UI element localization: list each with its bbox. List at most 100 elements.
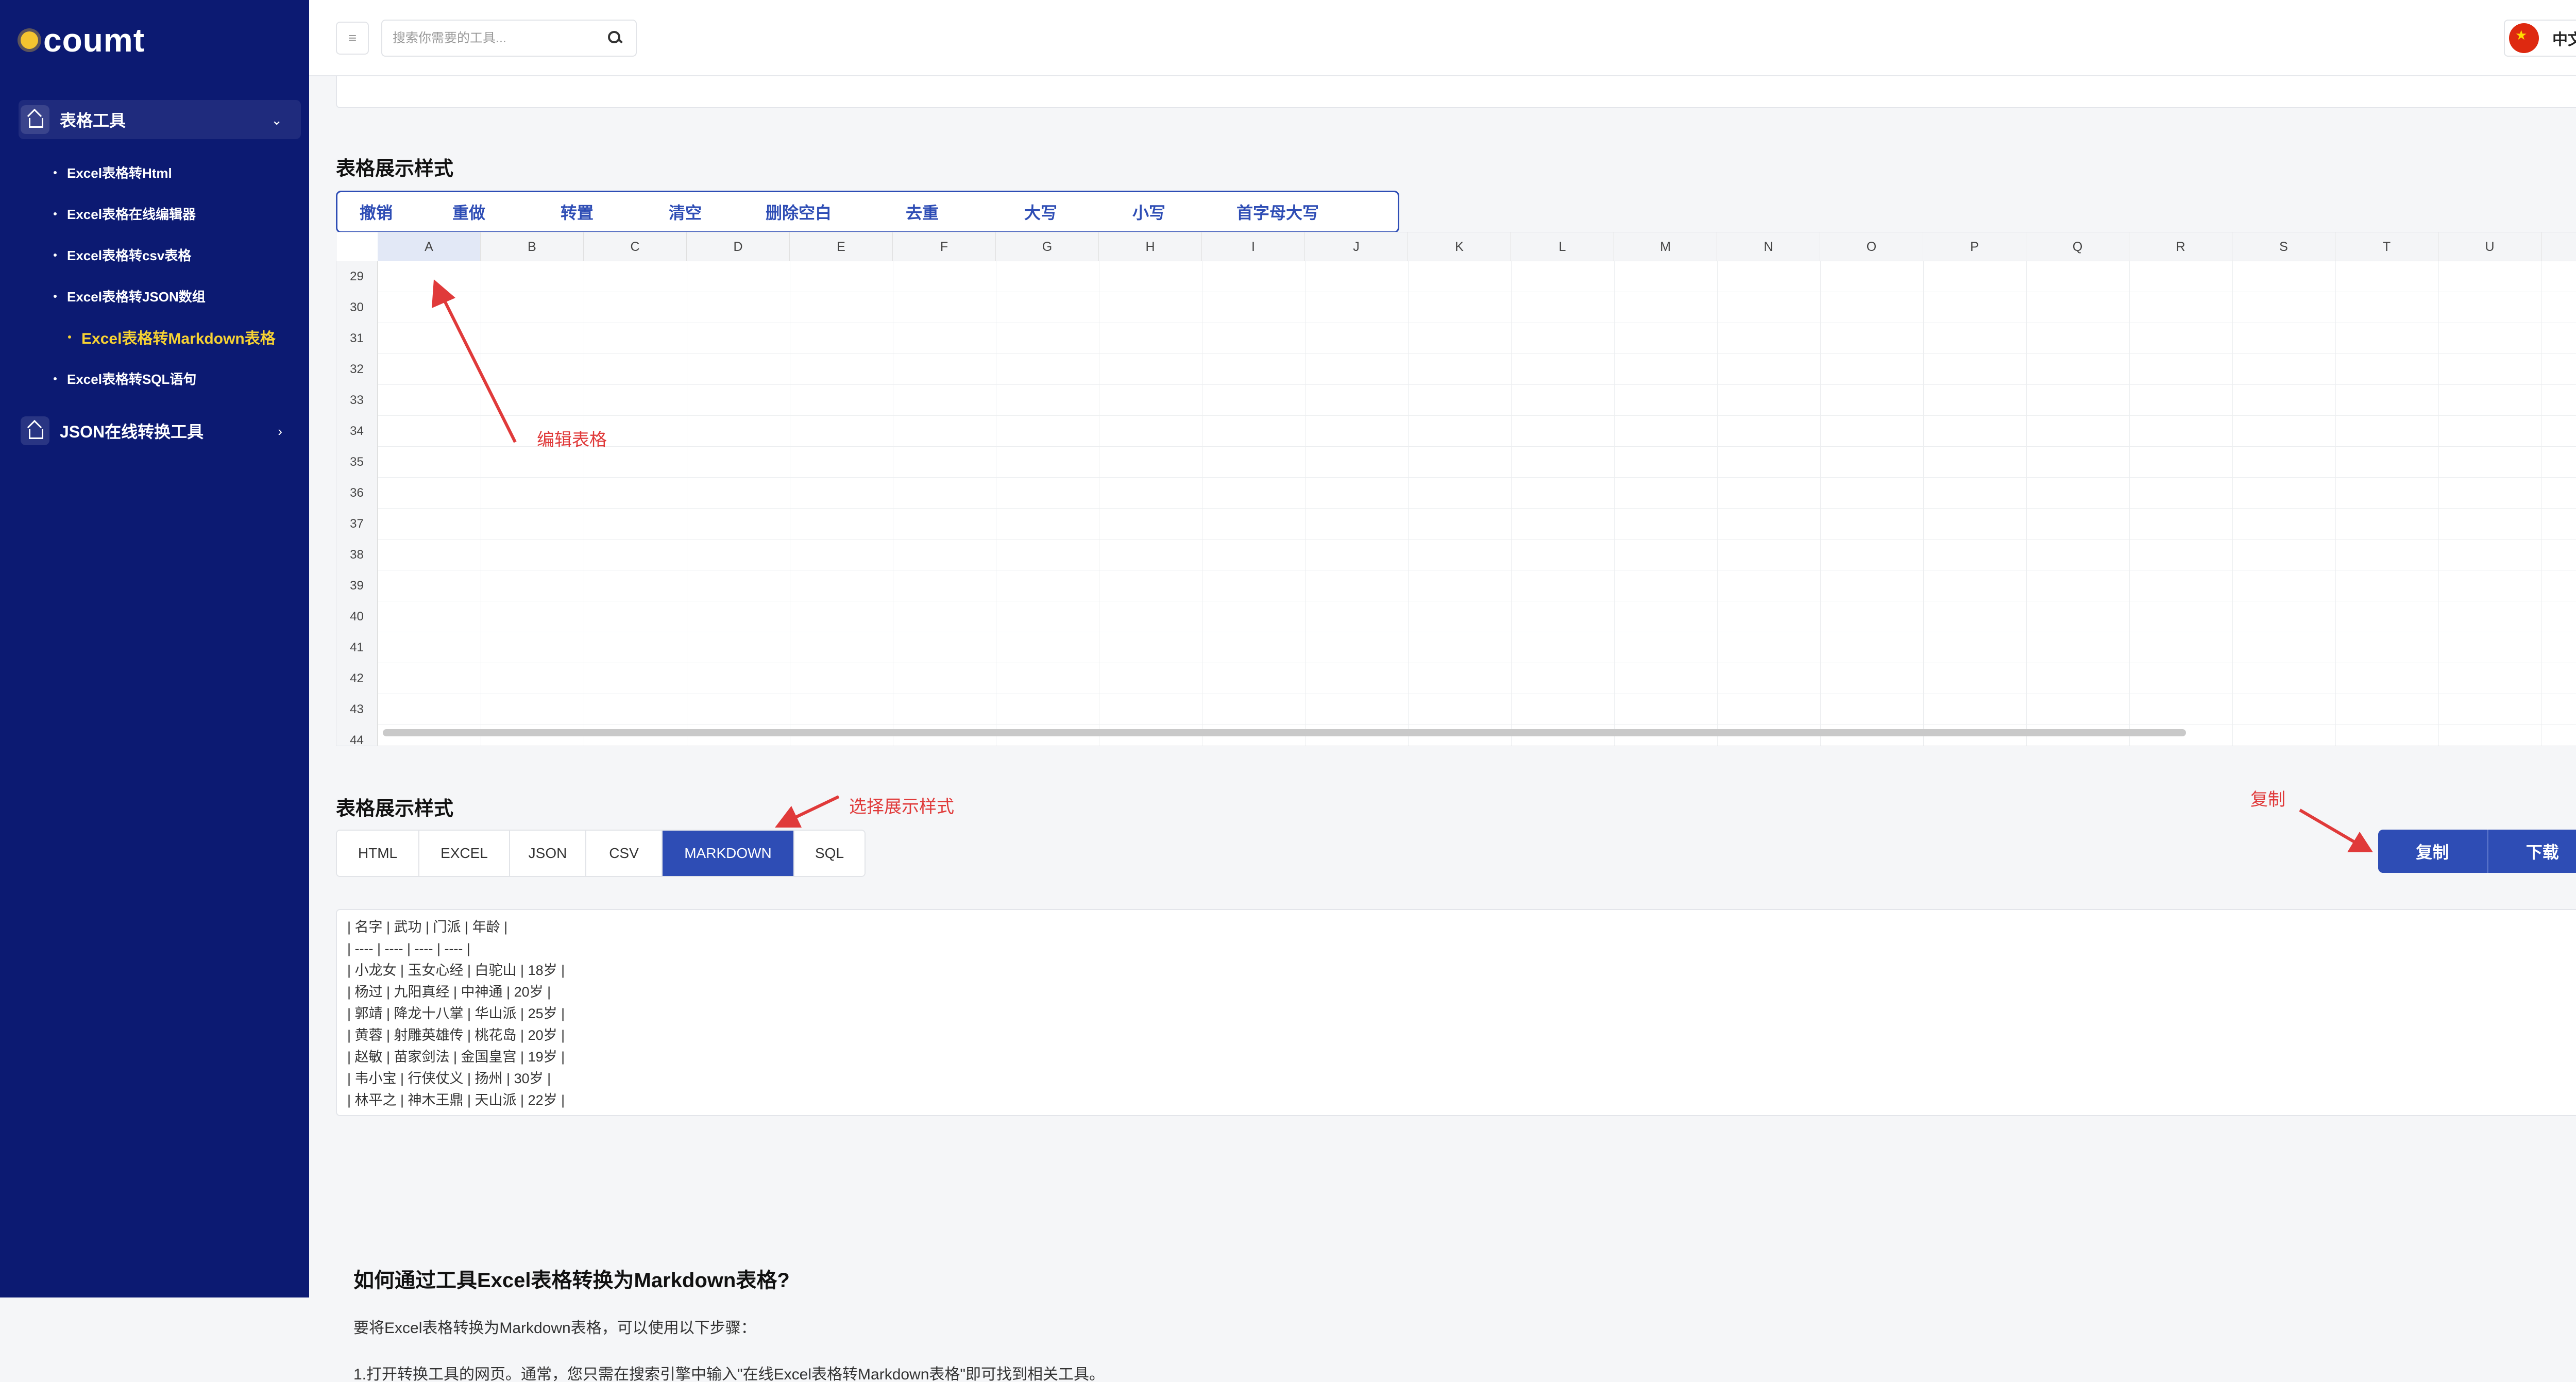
column-header[interactable]: K	[1408, 232, 1511, 261]
row-number[interactable]: 44	[336, 725, 378, 746]
column-header[interactable]: I	[1202, 232, 1305, 261]
sheet-row: 39	[336, 570, 2576, 601]
language-switcher[interactable]: 中文	[2504, 20, 2576, 57]
column-header[interactable]: N	[1717, 232, 1820, 261]
tab-markdown[interactable]: MARKDOWN	[663, 831, 794, 876]
toolbar-button[interactable]: 撤销	[337, 192, 415, 231]
column-header[interactable]: C	[584, 232, 687, 261]
toolbar-button[interactable]: 清空	[631, 192, 739, 231]
sidebar-item-excel-editor[interactable]: Excel表格在线编辑器	[54, 204, 196, 223]
tab-csv[interactable]: CSV	[586, 831, 663, 876]
row-cells[interactable]	[378, 632, 2576, 663]
row-number[interactable]: 34	[336, 416, 378, 447]
row-number[interactable]: 35	[336, 447, 378, 478]
column-header[interactable]: E	[790, 232, 893, 261]
output-line: | 郭靖 | 降龙十八掌 | 华山派 | 25岁 |	[347, 1003, 2576, 1024]
column-header[interactable]: T	[2335, 232, 2438, 261]
column-header[interactable]: O	[1820, 232, 1923, 261]
sheet-row: 31	[336, 323, 2576, 354]
row-cells[interactable]	[378, 663, 2576, 694]
row-cells[interactable]	[378, 416, 2576, 446]
sidebar-group-label: JSON在线转换工具	[60, 419, 204, 443]
row-number[interactable]: 39	[336, 570, 378, 601]
horizontal-scrollbar[interactable]	[383, 729, 2186, 736]
row-number[interactable]: 32	[336, 354, 378, 385]
row-cells[interactable]	[378, 261, 2576, 292]
download-button[interactable]: 下载	[2487, 830, 2576, 873]
sidebar-group-label: 表格工具	[60, 108, 126, 131]
row-number[interactable]: 38	[336, 540, 378, 570]
toolbar-button[interactable]: 删除空白	[739, 192, 858, 231]
sidebar-group-table-tools[interactable]: 表格工具 ⌄	[19, 100, 301, 139]
toolbar-button[interactable]: 大写	[987, 192, 1095, 231]
row-cells[interactable]	[378, 694, 2576, 724]
row-number[interactable]: 43	[336, 694, 378, 725]
column-header[interactable]: M	[1614, 232, 1717, 261]
logo-text: coumt	[43, 21, 145, 59]
sheet-row: 41	[336, 632, 2576, 663]
column-header[interactable]: G	[996, 232, 1099, 261]
row-number[interactable]: 40	[336, 601, 378, 632]
sidebar-item-excel-to-html[interactable]: Excel表格转Html	[54, 163, 172, 182]
row-cells[interactable]	[378, 385, 2576, 415]
tab-sql[interactable]: SQL	[794, 831, 865, 876]
row-number[interactable]: 36	[336, 478, 378, 509]
toolbar-button[interactable]: 首字母大写	[1203, 192, 1352, 231]
column-header[interactable]: P	[1923, 232, 2026, 261]
home-icon	[21, 416, 49, 445]
column-header[interactable]: Q	[2026, 232, 2129, 261]
search-input[interactable]	[393, 28, 588, 48]
column-header[interactable]: U	[2438, 232, 2541, 261]
column-header[interactable]: L	[1511, 232, 1614, 261]
row-cells[interactable]	[378, 447, 2576, 477]
column-header[interactable]: R	[2129, 232, 2232, 261]
sidebar-item-excel-to-json[interactable]: Excel表格转JSON数组	[54, 286, 206, 306]
row-number[interactable]: 30	[336, 292, 378, 323]
input-textarea[interactable]	[336, 76, 2576, 108]
article-title: 如何通过工具Excel表格转换为Markdown表格?	[353, 1263, 790, 1293]
column-header[interactable]: D	[687, 232, 790, 261]
column-header[interactable]: B	[481, 232, 584, 261]
column-header[interactable]: H	[1099, 232, 1202, 261]
output-line: | 林平之 | 神木王鼎 | 天山派 | 22岁 |	[347, 1089, 2576, 1111]
tab-excel[interactable]: EXCEL	[419, 831, 510, 876]
article-step-1: 1.打开转换工具的网页。通常，您只需在搜索引擎中输入"在线Excel表格转Mar…	[353, 1361, 1105, 1382]
logo[interactable]: coumt	[21, 20, 145, 61]
row-cells[interactable]	[378, 570, 2576, 601]
menu-toggle-button[interactable]: ≡	[336, 22, 369, 55]
search-icon[interactable]	[608, 31, 621, 44]
row-cells[interactable]	[378, 354, 2576, 384]
row-number[interactable]: 29	[336, 261, 378, 292]
column-header[interactable]: F	[893, 232, 996, 261]
sidebar-item-excel-to-csv[interactable]: Excel表格转csv表格	[54, 245, 191, 264]
toolbar-button[interactable]: 重做	[415, 192, 523, 231]
column-header[interactable]: S	[2232, 232, 2335, 261]
row-cells[interactable]	[378, 601, 2576, 632]
column-header[interactable]: J	[1305, 232, 1408, 261]
markdown-output[interactable]: | 名字 | 武功 | 门派 | 年龄 || ---- | ---- | ---…	[336, 909, 2576, 1116]
row-number[interactable]: 41	[336, 632, 378, 663]
sidebar-item-excel-to-markdown[interactable]: Excel表格转Markdown表格	[68, 326, 276, 348]
row-cells[interactable]	[378, 292, 2576, 323]
copy-button[interactable]: 复制	[2378, 830, 2487, 873]
sidebar-item-label: Excel表格转Markdown表格	[81, 326, 276, 348]
row-number[interactable]: 31	[336, 323, 378, 354]
spreadsheet-editor[interactable]: ABCDEFGHIJKLMNOPQRSTUV 29303132333435363…	[336, 232, 2576, 746]
column-header[interactable]: V	[2541, 232, 2576, 261]
sidebar-item-excel-to-sql[interactable]: Excel表格转SQL语句	[54, 369, 196, 388]
row-cells[interactable]	[378, 323, 2576, 353]
row-cells[interactable]	[378, 478, 2576, 508]
tab-html[interactable]: HTML	[337, 831, 419, 876]
row-number[interactable]: 33	[336, 385, 378, 416]
row-cells[interactable]	[378, 509, 2576, 539]
tab-json[interactable]: JSON	[510, 831, 586, 876]
row-cells[interactable]	[378, 540, 2576, 570]
row-number[interactable]: 42	[336, 663, 378, 694]
toolbar-button[interactable]: 转置	[523, 192, 631, 231]
toolbar-button[interactable]: 去重	[858, 192, 987, 231]
toolbar-button[interactable]: 小写	[1095, 192, 1203, 231]
output-line: | ---- | ---- | ---- | ---- |	[347, 938, 2576, 959]
column-header[interactable]: A	[378, 232, 481, 261]
sidebar-group-json-tools[interactable]: JSON在线转换工具 ›	[19, 411, 301, 450]
row-number[interactable]: 37	[336, 509, 378, 540]
